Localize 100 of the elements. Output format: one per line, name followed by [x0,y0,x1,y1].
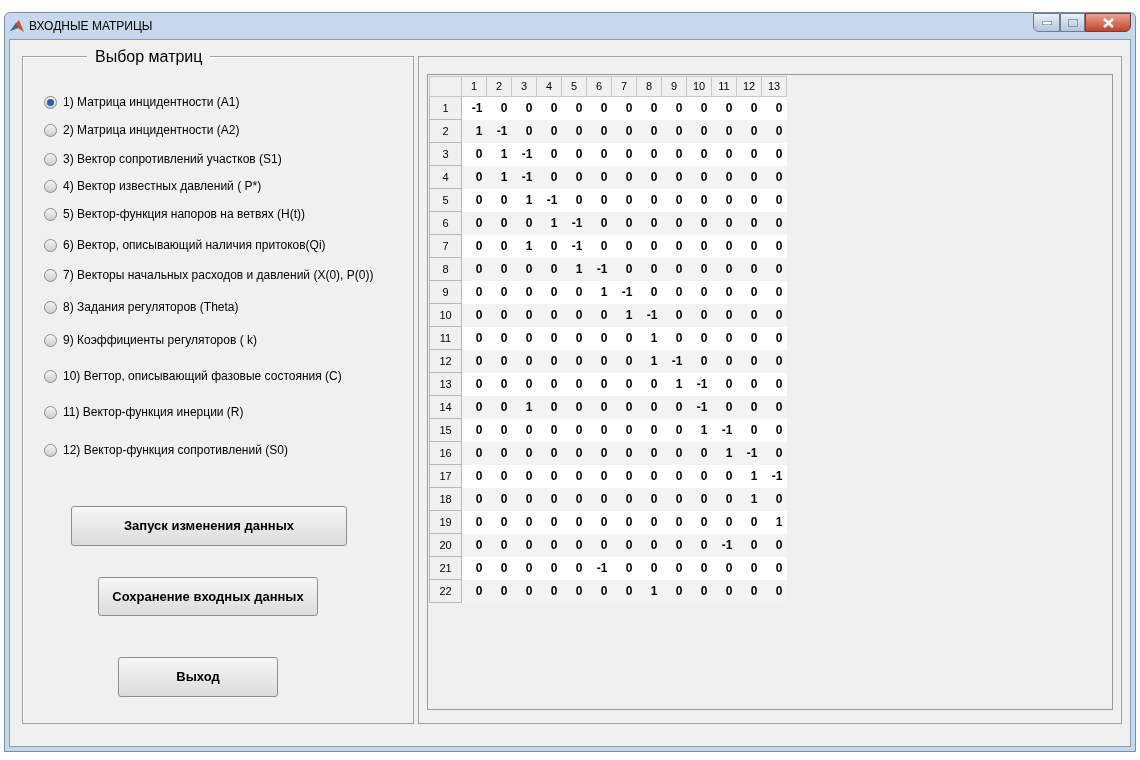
table-cell: 0 [661,257,687,281]
table-cell: 0 [536,579,562,603]
table-cell: -1 [711,533,737,557]
table-cell: 1 [636,326,662,350]
action-button[interactable]: Сохранение входных данных [98,577,318,616]
row-header: 4 [429,165,462,189]
table-cell: 0 [561,510,587,534]
option-label: 8) Задания регуляторов (Theta) [63,299,239,316]
table-cell: 0 [511,280,537,304]
radio-button[interactable] [44,369,57,383]
table-cell: 0 [686,280,712,304]
row-header: 16 [429,441,462,465]
radio-button[interactable] [44,123,57,137]
table-cell: 0 [661,533,687,557]
radio-button[interactable] [44,333,57,347]
table-cell: 0 [636,142,662,166]
table-cell: 0 [736,257,762,281]
radio-button[interactable] [44,238,57,252]
table-cell: 0 [711,464,737,488]
table-cell: 0 [761,441,787,465]
table-cell: 0 [761,579,787,603]
row-header: 10 [429,303,462,327]
radio-button[interactable] [44,405,57,419]
table-cell: 0 [461,441,487,465]
column-header: 13 [761,76,787,97]
table-cell: 0 [611,96,637,120]
table-cell: 1 [586,280,612,304]
table-cell: 0 [461,280,487,304]
maximize-button[interactable] [1060,13,1085,32]
column-header: 12 [736,76,762,97]
column-header: 11 [711,76,737,97]
table-cell: 0 [511,533,537,557]
table-cell: 0 [761,257,787,281]
table-cell: 0 [461,188,487,212]
radio-button[interactable] [44,179,57,193]
table-cell: 0 [561,464,587,488]
table-cell: 1 [536,211,562,235]
table-cell: 0 [536,441,562,465]
table-cell: 0 [711,211,737,235]
radio-button[interactable] [44,300,57,314]
table-cell: 0 [761,119,787,143]
row-header: 9 [429,280,462,304]
table-cell: 0 [636,556,662,580]
table-cell: 0 [686,487,712,511]
table-cell: 0 [611,556,637,580]
table-cell: 1 [686,418,712,442]
row-header: 1 [429,96,462,120]
minimize-button[interactable] [1033,13,1060,32]
action-button[interactable]: Выход [118,657,278,697]
column-header: 10 [686,76,712,97]
table-cell: 0 [711,303,737,327]
table-cell: 0 [561,372,587,396]
table-cell: 0 [611,234,637,258]
table-cell: 0 [711,165,737,189]
table-cell: 0 [636,395,662,419]
table-cell: 0 [761,280,787,304]
table-cell: 1 [461,119,487,143]
row-header: 5 [429,188,462,212]
row-header: 7 [429,234,462,258]
table-cell: 0 [486,211,512,235]
table-cell: 0 [536,96,562,120]
table-cell: 0 [686,234,712,258]
radio-button[interactable] [44,443,57,457]
table-cell: -1 [511,165,537,189]
radio-button[interactable] [44,95,57,109]
table-cell: 0 [586,372,612,396]
action-button[interactable]: Запуск изменения данных [71,506,347,546]
table-cell: 1 [511,188,537,212]
column-header: 1 [461,76,487,97]
table-cell: 0 [711,142,737,166]
table-cell: -1 [661,349,687,373]
table-cell: 0 [736,326,762,350]
table-cell: 0 [636,487,662,511]
table-cell: 0 [661,510,687,534]
table-cell: 0 [461,234,487,258]
table-cell: 0 [611,372,637,396]
radio-button[interactable] [44,152,57,166]
table-cell: 0 [486,326,512,350]
row-header: 3 [429,142,462,166]
table-cell: 0 [511,326,537,350]
close-icon [1102,17,1114,28]
table-cell: 0 [611,211,637,235]
table-cell: 0 [561,165,587,189]
table-cell: 0 [486,579,512,603]
table-cell: 0 [686,510,712,534]
table-cell: 0 [686,556,712,580]
table-cell: 0 [461,487,487,511]
table-cell: 0 [686,579,712,603]
table-cell: 0 [661,165,687,189]
radio-button[interactable] [44,207,57,221]
table-cell: 0 [686,464,712,488]
table-cell: 0 [761,96,787,120]
table-cell: 0 [511,487,537,511]
close-button[interactable] [1085,13,1131,32]
table-cell: 0 [761,303,787,327]
table-cell: 0 [761,165,787,189]
radio-button[interactable] [44,268,57,282]
table-cell: 0 [611,533,637,557]
table-cell: 0 [586,464,612,488]
table-cell: 0 [536,257,562,281]
